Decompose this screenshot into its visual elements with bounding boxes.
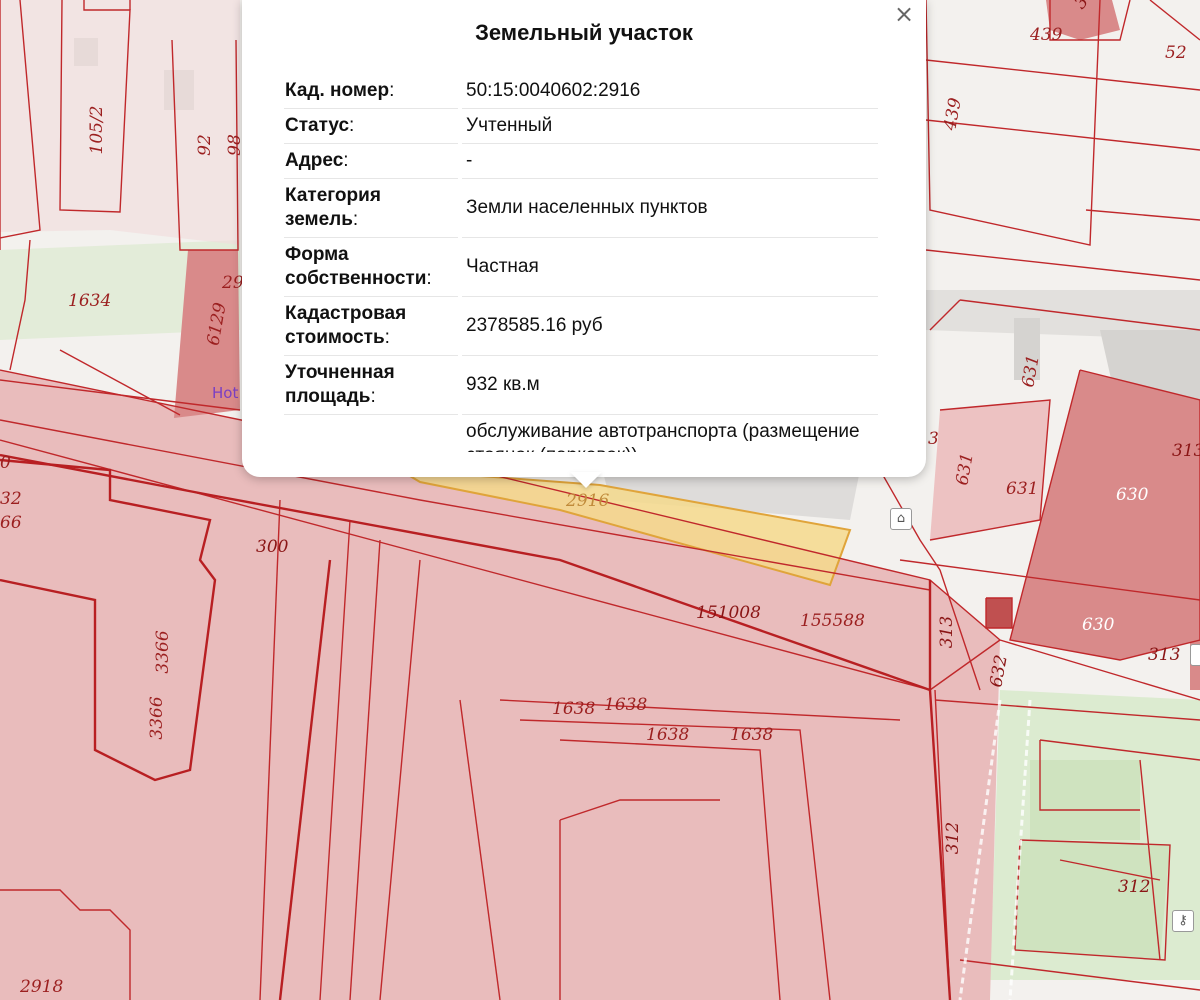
property-key [284, 415, 458, 452]
label-2918: 2918 [19, 977, 63, 997]
popup-title: Земельный участок [475, 20, 693, 45]
property-value: - [462, 144, 878, 179]
label-92: 92 [195, 134, 215, 156]
label-313b: 313 [937, 616, 957, 648]
property-key: Кад. номер: [284, 74, 458, 109]
label-631c: 631 [1006, 479, 1038, 499]
parking-icon[interactable]: ⌂ [890, 508, 912, 530]
property-colon: : [352, 209, 359, 230]
label-66: 66 [0, 513, 22, 533]
property-key: Кадастровая стоимость: [284, 297, 458, 356]
property-key-text: Категория земель [285, 185, 381, 230]
property-row: Уточненная площадь: 932 кв.м [284, 356, 878, 415]
property-key: Уточненная площадь: [284, 356, 458, 415]
label-3: 3 [928, 429, 939, 449]
label-1638b: 1638 [604, 695, 647, 715]
property-row: Категория земель: Земли населенных пункто… [284, 179, 878, 238]
property-row: Адрес: - [284, 144, 878, 179]
property-key-text: Кад. номер [285, 80, 390, 101]
property-key: Категория земель: [284, 179, 458, 238]
property-colon: : [389, 80, 395, 101]
label-29: 29 [221, 273, 244, 293]
property-value: Учтенный [462, 109, 878, 144]
property-key: Статус: [284, 109, 458, 144]
key-icon[interactable]: ⚷ [1172, 910, 1194, 932]
property-value: 50:15:0040602:2916 [462, 74, 878, 109]
property-value: 2378585.16 руб [462, 297, 878, 356]
label-312a: 312 [943, 822, 963, 854]
property-row: Кадастровая стоимость: 2378585.16 руб [284, 297, 878, 356]
parcel[interactable] [986, 598, 1012, 628]
property-value: 932 кв.м [462, 356, 878, 415]
label-630a: 630 [1116, 485, 1149, 505]
property-value: обслуживание автотранспорта (размещение … [462, 415, 878, 452]
label-312b: 312 [1118, 877, 1150, 897]
property-key-text: Адрес [285, 150, 344, 171]
label-52: 52 [1165, 43, 1187, 63]
property-row: Кад. номер: 50:15:0040602:2916 [284, 74, 878, 109]
property-colon: : [384, 327, 390, 348]
label-1638c: 1638 [646, 725, 689, 745]
label-313c: 313 [1148, 645, 1180, 665]
property-key-text: Форма собственности [285, 244, 427, 289]
parcel[interactable] [930, 400, 1050, 540]
label-1638a: 1638 [552, 699, 595, 719]
label-313a: 313 [1172, 441, 1200, 461]
label-3366a: 3366 [153, 630, 173, 673]
property-colon: : [370, 386, 376, 407]
property-key-text: Уточненная площадь [285, 362, 395, 407]
popup-body[interactable]: Кад. номер: 50:15:0040602:2916 Статус: Учте… [280, 74, 882, 452]
property-key: Адрес: [284, 144, 458, 179]
info-popup: × Земельный участок Кад. номер: 50:15:004… [242, 0, 926, 477]
poi-label[interactable]: Hot [212, 384, 238, 402]
label-32: 32 [0, 489, 22, 509]
label-0: 0 [0, 453, 11, 473]
label-155588: 155588 [800, 611, 865, 631]
property-row: обслуживание автотранспорта (размещение … [284, 415, 878, 452]
property-row: Статус: Учтенный [284, 109, 878, 144]
property-colon: : [426, 268, 432, 289]
marker-icon[interactable] [1190, 644, 1200, 666]
label-105-2: 105/2 [87, 106, 107, 155]
property-colon: : [343, 150, 349, 171]
label-300: 300 [256, 537, 289, 557]
label-151008: 151008 [696, 603, 761, 623]
label-439a: 439 [1029, 25, 1063, 45]
property-value: Земли населенных пунктов [462, 179, 878, 238]
popup-pointer [570, 472, 602, 488]
label-1638d: 1638 [730, 725, 773, 745]
property-key-text: Статус [285, 115, 350, 136]
label-3366b: 3366 [147, 696, 167, 739]
green-area [1015, 840, 1170, 960]
property-key: Форма собственности: [284, 238, 458, 297]
green-area [1030, 760, 1140, 840]
label-1634: 1634 [68, 291, 111, 311]
property-row: Форма собственности: Частная [284, 238, 878, 297]
property-colon: : [349, 115, 355, 136]
map-viewport[interactable]: 105/2 92 98 29 6129 1634 439 439 52 36 6… [0, 0, 1200, 1000]
label-630b: 630 [1082, 615, 1115, 635]
properties-table: Кад. номер: 50:15:0040602:2916 Статус: Учте… [280, 74, 882, 452]
label-2916: 2916 [565, 491, 609, 511]
property-value: Частная [462, 238, 878, 297]
